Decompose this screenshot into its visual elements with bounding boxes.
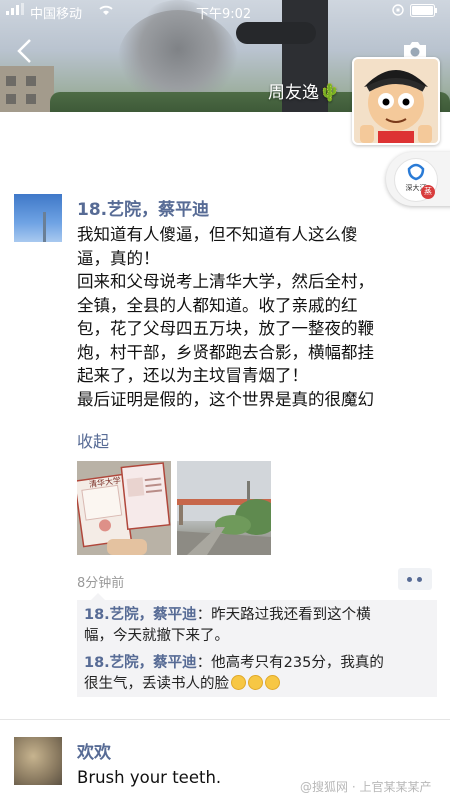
watermark: @搜狐网 · 上官某某某产 xyxy=(300,780,432,794)
embarrassed-emoji-icon xyxy=(231,675,246,690)
floating-badge[interactable]: 深大汀 蒸 xyxy=(386,152,450,206)
profile-name[interactable]: 周友逸🌵 xyxy=(268,78,340,103)
clock: 下午9:02 xyxy=(196,7,252,22)
embarrassed-emoji-icon xyxy=(248,675,263,690)
post-time: 8分钟前 xyxy=(77,576,125,591)
cover-building xyxy=(0,66,54,112)
orientation-lock-icon xyxy=(392,4,404,20)
comment-item[interactable]: 18.艺院，蔡平迪：他高考只有235分，我真的 很生气，丢读书人的脸 xyxy=(84,653,429,695)
next-post-author[interactable]: 欢欢 xyxy=(77,738,111,763)
comment-author[interactable]: 18.艺院，蔡平迪 xyxy=(84,655,197,671)
wifi-icon xyxy=(98,4,114,20)
post-photo-certificate[interactable]: 清华大学 xyxy=(77,461,171,555)
comment-item[interactable]: 18.艺院，蔡平迪：昨天路过我还看到这个横 幅，今天就撤下来了。 xyxy=(84,605,429,647)
more-dot xyxy=(417,577,422,582)
collapse-link[interactable]: 收起 xyxy=(77,428,109,452)
profile-avatar[interactable] xyxy=(352,57,440,145)
embarrassed-emoji-icon xyxy=(265,675,280,690)
status-bar: 中国移动 下午9:02 xyxy=(0,0,450,22)
comments-box: 18.艺院，蔡平迪：昨天路过我还看到这个横 幅，今天就撤下来了。 18.艺院，蔡… xyxy=(77,593,437,697)
comment-author[interactable]: 18.艺院，蔡平迪 xyxy=(84,607,197,623)
battery-icon xyxy=(410,4,438,21)
cover-pole-arm xyxy=(236,22,316,44)
post-author-avatar[interactable] xyxy=(14,194,62,242)
next-post-content: Brush your teeth. xyxy=(77,768,222,787)
next-post-avatar[interactable] xyxy=(14,737,62,785)
back-icon[interactable] xyxy=(14,36,36,66)
carrier-label: 中国移动 xyxy=(30,7,83,22)
post-photo-banner[interactable] xyxy=(177,461,271,555)
post-content: 我知道有人傻逼，但不知道有人这么傻 逼，真的！ 回来和父母说考上清华大学，然后全… xyxy=(77,225,374,409)
post-more-button[interactable] xyxy=(398,568,432,590)
more-dot xyxy=(407,577,412,582)
signal-icon xyxy=(6,3,24,19)
post-author-name[interactable]: 18.艺院，蔡平迪 xyxy=(77,195,209,220)
post-divider xyxy=(0,719,450,720)
badge-dot: 蒸 xyxy=(421,185,435,199)
badge-logo: 深大汀 蒸 xyxy=(394,158,438,202)
